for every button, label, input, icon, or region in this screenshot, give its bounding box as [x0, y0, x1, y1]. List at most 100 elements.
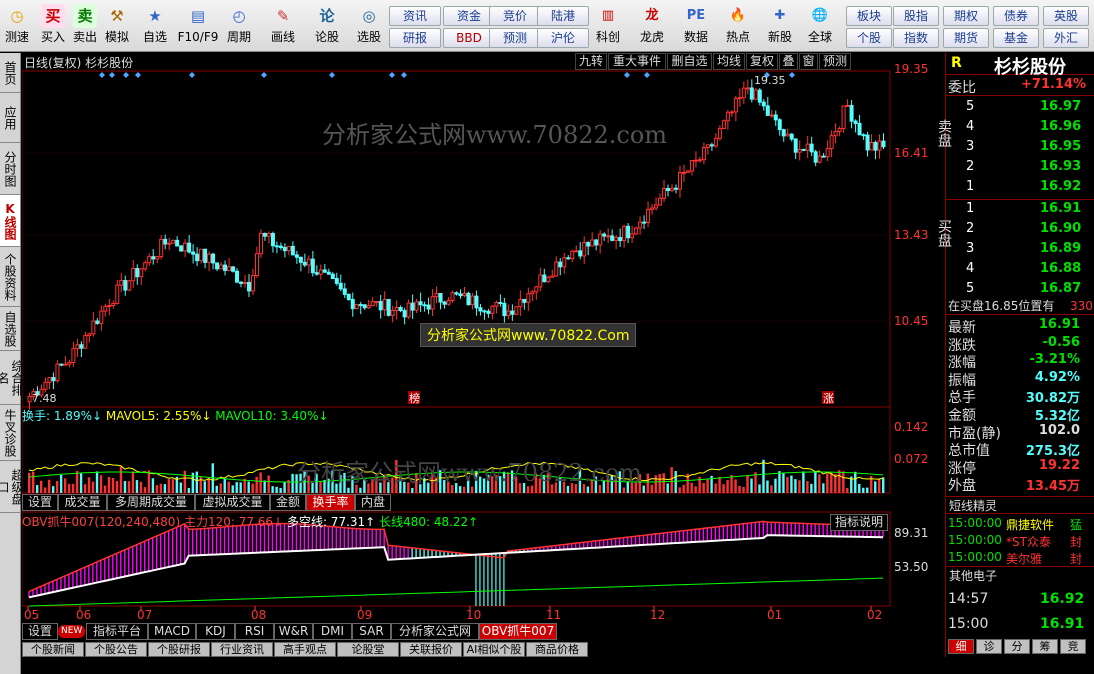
chart-area[interactable]: 19.35 16.41 13.43 10.45 0.142 0.072 89.31 53.50…	[22, 53, 944, 657]
simulate-button[interactable]: ⚒ 模拟	[100, 2, 134, 50]
volume-tab-1[interactable]: 成交量	[58, 494, 107, 511]
quote-tab-3[interactable]: 筹	[1032, 639, 1058, 654]
forecast-button[interactable]: 预测	[489, 28, 541, 48]
left-tab-1[interactable]: 应用	[0, 93, 20, 143]
chart-top-button-6[interactable]: 窗	[799, 53, 818, 70]
draw-button[interactable]: ✎ 画线	[266, 2, 300, 50]
indicator-tab-2[interactable]: MACD	[148, 623, 196, 640]
indicator-tab-3[interactable]: KDJ	[196, 623, 235, 640]
indicator-tab-9[interactable]: OBV抓牛007	[479, 623, 557, 640]
indicator-tab-5[interactable]: W&R	[274, 623, 313, 640]
sell-price[interactable]: 16.95	[1040, 139, 1081, 154]
funds-button[interactable]: 资金	[443, 6, 495, 26]
volume-tab-3[interactable]: 虚拟成交量	[195, 494, 270, 511]
info-tab-3[interactable]: 行业资讯	[211, 642, 273, 657]
buy-button[interactable]: 买买入	[36, 2, 70, 50]
market-button-1-4[interactable]: 外汇	[1043, 28, 1089, 48]
volume-bar	[195, 471, 199, 493]
hk-connect-button[interactable]: 陆港	[537, 6, 589, 26]
market-button-1-1[interactable]: 指数	[893, 28, 939, 48]
sell-button[interactable]: 卖卖出	[68, 2, 102, 50]
sell-price[interactable]: 16.96	[1040, 119, 1081, 134]
period-button[interactable]: ◴ 周期	[222, 2, 256, 50]
shanghai-london-button[interactable]: 沪伦	[537, 28, 589, 48]
indicator-tab-1[interactable]: 指标平台	[86, 623, 148, 640]
short-title[interactable]: 短线精灵	[946, 496, 1094, 514]
chart-top-button-4[interactable]: 复权	[746, 53, 778, 70]
volume-tab-2[interactable]: 多周期成交量	[107, 494, 195, 511]
indicator-tab-4[interactable]: RSI	[235, 623, 274, 640]
volume-tab-5[interactable]: 换手率	[306, 494, 355, 511]
quote-tab-4[interactable]: 竞	[1060, 639, 1086, 654]
chart-top-button-1[interactable]: 重大事件	[608, 53, 666, 70]
indicator-help-button[interactable]: 指标说明	[830, 514, 888, 531]
data-button[interactable]: PE 数据	[676, 2, 716, 50]
left-tab-4[interactable]: 个股资料	[0, 247, 20, 307]
indicator-tab-7[interactable]: SAR	[352, 623, 391, 640]
indicator-tab-6[interactable]: DMI	[313, 623, 352, 640]
short-stock[interactable]: 美尔雅	[1006, 550, 1042, 567]
ipo-button[interactable]: ✚ 新股	[760, 2, 800, 50]
global-button[interactable]: 🌐 全球	[800, 2, 840, 50]
market-button-0-2[interactable]: 期权	[943, 6, 989, 26]
left-tab-6[interactable]: 综合排名	[0, 351, 24, 405]
f10-button[interactable]: ▤ F10/F9	[176, 2, 220, 50]
left-tab-2[interactable]: 分时图	[0, 143, 20, 195]
left-tab-5[interactable]: 自选股	[0, 307, 20, 351]
info-tab-8[interactable]: 商品价格	[526, 642, 588, 657]
short-stock[interactable]: *ST众泰	[1006, 533, 1051, 550]
chart-top-button-3[interactable]: 均线	[713, 53, 745, 70]
sell-price[interactable]: 16.93	[1040, 159, 1081, 174]
news-button[interactable]: 资讯	[389, 6, 441, 26]
indicator-tab-8[interactable]: 分析家公式网	[391, 623, 479, 640]
volume-tab-0[interactable]: 设置	[22, 494, 58, 511]
market-button-1-2[interactable]: 期货	[943, 28, 989, 48]
auction-button[interactable]: 竞价	[489, 6, 541, 26]
quote-tab-2[interactable]: 分	[1004, 639, 1030, 654]
sell-price[interactable]: 16.97	[1040, 99, 1081, 114]
star-market-button[interactable]: ▥ 科创	[588, 2, 628, 50]
indicator-tab-0[interactable]: 设置	[22, 623, 58, 640]
volume-tab-6[interactable]: 内盘	[355, 494, 391, 511]
research-button[interactable]: 研报	[389, 28, 441, 48]
select-button[interactable]: ◎ 选股	[352, 2, 386, 50]
volume-tab-4[interactable]: 金额	[270, 494, 306, 511]
market-button-0-0[interactable]: 板块	[846, 6, 892, 26]
chart-top-button-0[interactable]: 九转	[575, 53, 607, 70]
info-tab-4[interactable]: 高手观点	[274, 642, 336, 657]
watchlist-button[interactable]: ★ 自选	[138, 2, 172, 50]
info-tab-0[interactable]: 个股新闻	[22, 642, 84, 657]
buy-price[interactable]: 16.91	[1040, 201, 1081, 216]
clock-button[interactable]: ◷ 测速	[0, 2, 34, 50]
dragon-tiger-button[interactable]: 龙龙虎	[632, 2, 672, 50]
buy-price[interactable]: 16.89	[1040, 241, 1081, 256]
quote-tab-1[interactable]: 诊	[976, 639, 1002, 654]
left-tab-7[interactable]: 牛叉诊股	[0, 405, 20, 461]
chart-top-button-2[interactable]: 删自选	[667, 53, 712, 70]
lunfu-button[interactable]: 论论股	[310, 2, 344, 50]
info-tab-5[interactable]: 论股堂	[337, 642, 399, 657]
short-stock[interactable]: 鼎捷软件	[1006, 516, 1054, 533]
market-button-1-0[interactable]: 个股	[846, 28, 892, 48]
bbd-button[interactable]: BBD	[443, 28, 495, 48]
market-button-0-1[interactable]: 股指	[893, 6, 939, 26]
market-button-0-3[interactable]: 债券	[993, 6, 1039, 26]
hotspot-button[interactable]: 🔥 热点	[718, 2, 758, 50]
chart-top-button-7[interactable]: 预测	[819, 53, 851, 70]
left-tab-3[interactable]: K线图	[0, 195, 20, 247]
info-tab-2[interactable]: 个股研报	[148, 642, 210, 657]
left-tab-8[interactable]: 超级盘口	[0, 461, 24, 513]
buy-price[interactable]: 16.87	[1040, 281, 1081, 296]
sell-price[interactable]: 16.92	[1040, 179, 1081, 194]
buy-price[interactable]: 16.88	[1040, 261, 1081, 276]
info-tab-6[interactable]: 关联报价	[400, 642, 462, 657]
market-button-1-3[interactable]: 基金	[993, 28, 1039, 48]
info-tab-1[interactable]: 个股公告	[85, 642, 147, 657]
short-time: 15:00:00	[948, 550, 1002, 564]
info-tab-7[interactable]: AI相似个股	[463, 642, 525, 657]
quote-tab-0[interactable]: 细	[948, 639, 974, 654]
chart-top-button-5[interactable]: 叠	[779, 53, 798, 70]
market-button-0-4[interactable]: 英股	[1043, 6, 1089, 26]
buy-price[interactable]: 16.90	[1040, 221, 1081, 236]
left-tab-0[interactable]: 首页	[0, 53, 20, 93]
